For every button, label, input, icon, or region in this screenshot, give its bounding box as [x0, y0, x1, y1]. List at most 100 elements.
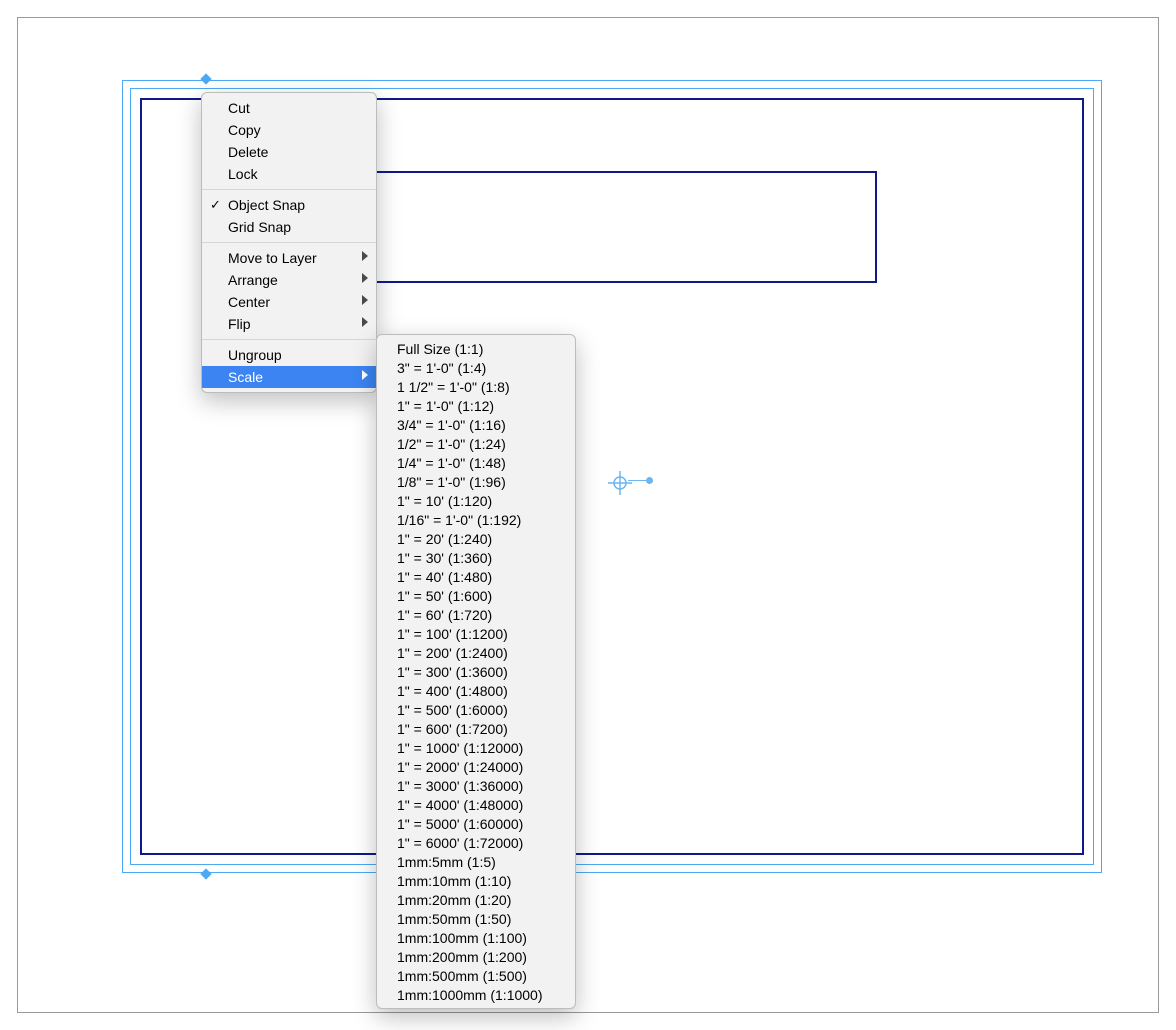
menu-item-label: 1" = 6000' (1:72000): [397, 835, 523, 851]
scale-option-1-1-2-1-0-1-8[interactable]: 1 1/2" = 1'-0" (1:8): [377, 377, 575, 396]
menu-item-label: 1" = 50' (1:600): [397, 588, 492, 604]
menu-item-label: 1" = 2000' (1:24000): [397, 759, 523, 775]
menu-item-arrange[interactable]: Arrange: [202, 269, 376, 291]
menu-item-label: 1" = 100' (1:1200): [397, 626, 508, 642]
menu-item-label: Delete: [228, 144, 268, 160]
menu-item-label: Cut: [228, 100, 250, 116]
scale-option-1mm-10mm-1-10[interactable]: 1mm:10mm (1:10): [377, 871, 575, 890]
menu-item-label: 1mm:20mm (1:20): [397, 892, 511, 908]
menu-item-label: 3/4" = 1'-0" (1:16): [397, 417, 506, 433]
scale-option-3-4-1-0-1-16[interactable]: 3/4" = 1'-0" (1:16): [377, 415, 575, 434]
menu-separator: [202, 242, 376, 243]
scale-option-1-4-1-0-1-48[interactable]: 1/4" = 1'-0" (1:48): [377, 453, 575, 472]
menu-item-label: 1" = 40' (1:480): [397, 569, 492, 585]
menu-item-label: 1" = 1'-0" (1:12): [397, 398, 494, 414]
scale-option-1-50-1-600[interactable]: 1" = 50' (1:600): [377, 586, 575, 605]
scale-option-1mm-200mm-1-200[interactable]: 1mm:200mm (1:200): [377, 947, 575, 966]
menu-separator: [202, 339, 376, 340]
scale-option-1-2000-1-24000[interactable]: 1" = 2000' (1:24000): [377, 757, 575, 776]
scale-option-1-30-1-360[interactable]: 1" = 30' (1:360): [377, 548, 575, 567]
menu-item-label: 1" = 10' (1:120): [397, 493, 492, 509]
menu-item-label: 1" = 1000' (1:12000): [397, 740, 523, 756]
menu-item-label: Full Size (1:1): [397, 341, 483, 357]
menu-item-move-to-layer[interactable]: Move to Layer: [202, 247, 376, 269]
scale-option-1-3000-1-36000[interactable]: 1" = 3000' (1:36000): [377, 776, 575, 795]
menu-item-lock[interactable]: Lock: [202, 163, 376, 185]
menu-item-label: 1mm:100mm (1:100): [397, 930, 527, 946]
menu-item-label: 1mm:50mm (1:50): [397, 911, 511, 927]
scale-option-1-1-0-1-12[interactable]: 1" = 1'-0" (1:12): [377, 396, 575, 415]
app-window-frame: Cut Copy Delete Lock ✓Object SnapGrid Snap Mo…: [17, 17, 1159, 1013]
menu-item-label: Copy: [228, 122, 261, 138]
menu-item-label: Scale: [228, 369, 263, 385]
menu-item-label: 1" = 20' (1:240): [397, 531, 492, 547]
scale-option-1mm-1000mm-1-1000[interactable]: 1mm:1000mm (1:1000): [377, 985, 575, 1004]
scale-option-1-5000-1-60000[interactable]: 1" = 5000' (1:60000): [377, 814, 575, 833]
menu-item-label: 1" = 300' (1:3600): [397, 664, 508, 680]
scale-option-1-200-1-2400[interactable]: 1" = 200' (1:2400): [377, 643, 575, 662]
menu-item-label: 1mm:5mm (1:5): [397, 854, 496, 870]
menu-item-label: 3" = 1'-0" (1:4): [397, 360, 486, 376]
scale-option-1-40-1-480[interactable]: 1" = 40' (1:480): [377, 567, 575, 586]
submenu-arrow-icon: [362, 251, 368, 261]
submenu-arrow-icon: [362, 295, 368, 305]
scale-option-1mm-500mm-1-500[interactable]: 1mm:500mm (1:500): [377, 966, 575, 985]
scale-option-1mm-100mm-1-100[interactable]: 1mm:100mm (1:100): [377, 928, 575, 947]
menu-item-label: 1/4" = 1'-0" (1:48): [397, 455, 506, 471]
scale-option-1mm-5mm-1-5[interactable]: 1mm:5mm (1:5): [377, 852, 575, 871]
menu-item-scale[interactable]: Scale: [202, 366, 376, 388]
scale-option-1mm-20mm-1-20[interactable]: 1mm:20mm (1:20): [377, 890, 575, 909]
submenu-arrow-icon: [362, 317, 368, 327]
menu-item-label: 1/16" = 1'-0" (1:192): [397, 512, 521, 528]
menu-item-label: 1mm:1000mm (1:1000): [397, 987, 543, 1003]
scale-option-1-2-1-0-1-24[interactable]: 1/2" = 1'-0" (1:24): [377, 434, 575, 453]
scale-option-full-size-1-1[interactable]: Full Size (1:1): [377, 339, 575, 358]
submenu-arrow-icon: [362, 273, 368, 283]
menu-item-ungroup[interactable]: Ungroup: [202, 344, 376, 366]
scale-option-1mm-50mm-1-50[interactable]: 1mm:50mm (1:50): [377, 909, 575, 928]
menu-item-label: Lock: [228, 166, 258, 182]
scale-option-1-16-1-0-1-192[interactable]: 1/16" = 1'-0" (1:192): [377, 510, 575, 529]
menu-item-cut[interactable]: Cut: [202, 97, 376, 119]
scale-option-1-400-1-4800[interactable]: 1" = 400' (1:4800): [377, 681, 575, 700]
scale-option-1-8-1-0-1-96[interactable]: 1/8" = 1'-0" (1:96): [377, 472, 575, 491]
menu-item-label: 1/2" = 1'-0" (1:24): [397, 436, 506, 452]
submenu-arrow-icon: [362, 370, 368, 380]
menu-item-label: 1" = 3000' (1:36000): [397, 778, 523, 794]
menu-item-copy[interactable]: Copy: [202, 119, 376, 141]
drawing-rect-inner[interactable]: [317, 171, 877, 283]
menu-item-label: Arrange: [228, 272, 278, 288]
menu-item-flip[interactable]: Flip: [202, 313, 376, 335]
scale-option-1-500-1-6000[interactable]: 1" = 500' (1:6000): [377, 700, 575, 719]
menu-item-label: 1" = 200' (1:2400): [397, 645, 508, 661]
scale-option-1-60-1-720[interactable]: 1" = 60' (1:720): [377, 605, 575, 624]
origin-connector-line: [628, 480, 648, 481]
scale-submenu[interactable]: Full Size (1:1) 3" = 1'-0" (1:4) 1 1/2" = …: [376, 334, 576, 1009]
scale-option-1-1000-1-12000[interactable]: 1" = 1000' (1:12000): [377, 738, 575, 757]
menu-item-label: 1 1/2" = 1'-0" (1:8): [397, 379, 510, 395]
scale-option-1-10-1-120[interactable]: 1" = 10' (1:120): [377, 491, 575, 510]
menu-item-label: 1/8" = 1'-0" (1:96): [397, 474, 506, 490]
scale-option-3-1-0-1-4[interactable]: 3" = 1'-0" (1:4): [377, 358, 575, 377]
menu-item-label: 1" = 60' (1:720): [397, 607, 492, 623]
menu-item-label: 1" = 400' (1:4800): [397, 683, 508, 699]
origin-point-icon: [646, 477, 653, 484]
scale-option-1-300-1-3600[interactable]: 1" = 300' (1:3600): [377, 662, 575, 681]
menu-item-label: Object Snap: [228, 197, 305, 213]
scale-option-1-600-1-7200[interactable]: 1" = 600' (1:7200): [377, 719, 575, 738]
menu-item-center[interactable]: Center: [202, 291, 376, 313]
scale-option-1-20-1-240[interactable]: 1" = 20' (1:240): [377, 529, 575, 548]
menu-item-grid-snap[interactable]: Grid Snap: [202, 216, 376, 238]
menu-item-label: Center: [228, 294, 270, 310]
scale-option-1-4000-1-48000[interactable]: 1" = 4000' (1:48000): [377, 795, 575, 814]
context-menu[interactable]: Cut Copy Delete Lock ✓Object SnapGrid Snap Mo…: [201, 92, 377, 393]
menu-item-delete[interactable]: Delete: [202, 141, 376, 163]
menu-item-label: 1" = 500' (1:6000): [397, 702, 508, 718]
scale-option-1-100-1-1200[interactable]: 1" = 100' (1:1200): [377, 624, 575, 643]
menu-separator: [202, 189, 376, 190]
scale-option-1-6000-1-72000[interactable]: 1" = 6000' (1:72000): [377, 833, 575, 852]
menu-item-object-snap[interactable]: ✓Object Snap: [202, 194, 376, 216]
menu-item-label: 1" = 600' (1:7200): [397, 721, 508, 737]
menu-item-label: 1" = 5000' (1:60000): [397, 816, 523, 832]
menu-item-label: Move to Layer: [228, 250, 317, 266]
